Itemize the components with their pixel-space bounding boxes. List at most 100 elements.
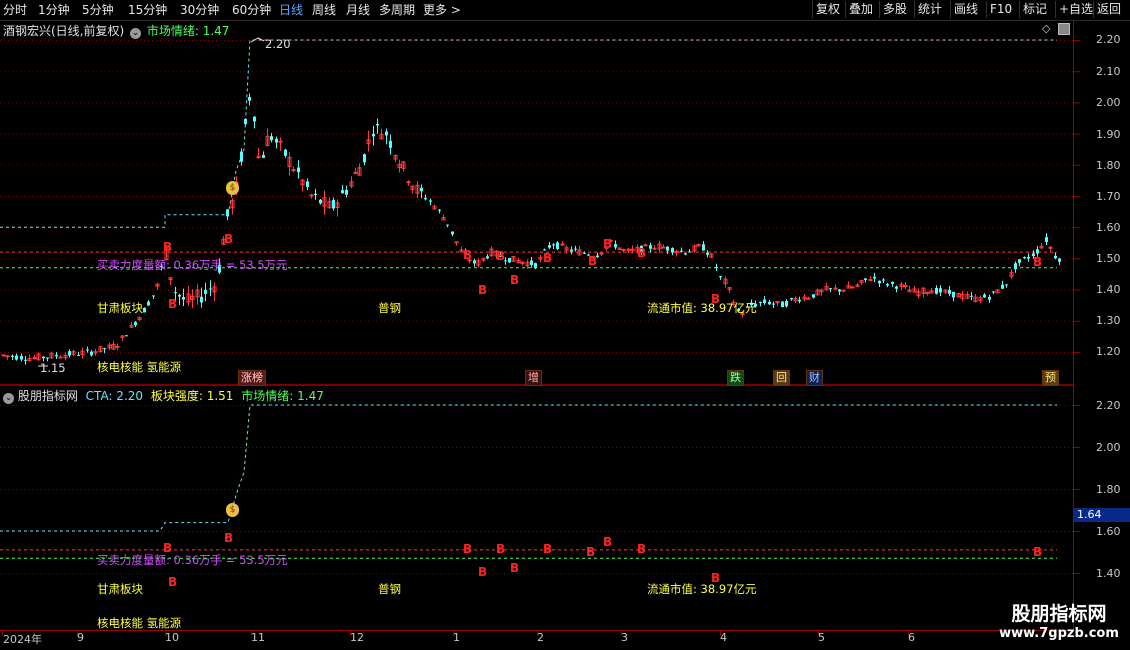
event-tag-finance[interactable]: 财 [806, 370, 823, 386]
candle-body [42, 356, 45, 359]
x-label: 9 [77, 631, 84, 644]
candle-body [614, 244, 617, 248]
candle-body [873, 276, 876, 279]
buy-signal-mark: B [510, 561, 519, 575]
candle-body [715, 267, 718, 269]
candle-body [1048, 246, 1053, 249]
candle-body [134, 322, 137, 326]
y-label: 1.20 [1096, 345, 1121, 358]
candle-body [508, 257, 511, 263]
x-label: 11 [251, 631, 265, 644]
buy-signal-mark: B [224, 232, 233, 246]
candle-body [1023, 256, 1026, 259]
candle-body [429, 200, 432, 202]
candle-body [1, 354, 6, 357]
candle-body [1036, 249, 1039, 254]
watermark-title: 股朋指标网 [1011, 603, 1107, 625]
candle-body [226, 209, 229, 217]
candle-body [438, 209, 441, 211]
candle-body [806, 297, 811, 300]
candle-body [706, 252, 709, 255]
candle-body [652, 247, 657, 250]
candle-body [574, 248, 577, 250]
event-tag-drop[interactable]: 跌 [727, 370, 744, 386]
candle-body [90, 351, 93, 356]
candle-body [684, 253, 687, 255]
candle-body [864, 278, 867, 280]
candle-body [32, 357, 37, 360]
y-label: 2.00 [1096, 441, 1121, 454]
event-tag-forecast[interactable]: 预 [1042, 370, 1059, 386]
industry-label: 普钢 [378, 301, 401, 315]
candle-body [798, 299, 801, 302]
buy-signal-mark: B [543, 251, 552, 265]
event-tag-buyback[interactable]: 回 [773, 370, 790, 386]
money-bag-icon: $ [226, 181, 239, 195]
candle-body [781, 301, 784, 308]
chevron-down-icon[interactable]: ⌄ [3, 393, 14, 404]
candle-body [534, 263, 537, 268]
candle-body [46, 357, 49, 359]
candle-body [376, 123, 379, 126]
candle-body [297, 167, 300, 173]
market-cap-label: 流通市值: 38.97亿元 [647, 301, 757, 315]
candle-body [454, 241, 459, 244]
buy-signal-mark: B [586, 545, 595, 559]
x-label: 6 [908, 631, 915, 644]
buy-signal-mark: B [163, 240, 172, 254]
candle-body [209, 288, 212, 290]
candle-body [406, 181, 411, 184]
money-bag-icon: $ [226, 503, 239, 517]
candle-body [759, 301, 762, 304]
candle-body [332, 199, 335, 209]
candle-body [935, 287, 938, 294]
event-tag-rank[interactable]: 涨榜 [238, 370, 266, 386]
candle-body [68, 351, 71, 356]
candle-body [702, 244, 705, 251]
candle-body [680, 250, 683, 252]
candle-body [790, 298, 793, 300]
site-watermark: 股朋指标网 www.7gpzb.com [990, 603, 1128, 649]
candle-body [248, 97, 251, 101]
candle-body [812, 294, 815, 298]
indicator-name: 股朋指标网 [17, 389, 78, 403]
event-tag-increase[interactable]: 增 [525, 370, 542, 386]
candle-body [768, 301, 771, 305]
low-price-label: 1.15 [40, 361, 66, 375]
candle-body [253, 116, 256, 122]
concept-label: 核电核能 氢能源 [97, 360, 182, 374]
candle-body [1005, 284, 1008, 286]
x-label: 3 [621, 631, 628, 644]
y-label: 1.70 [1096, 190, 1121, 203]
candle-body [178, 294, 181, 297]
candle-body [530, 260, 533, 265]
candle-body [649, 245, 652, 249]
x-label: 1 [453, 631, 460, 644]
y-label: 2.00 [1096, 96, 1121, 109]
candle-body [983, 294, 986, 298]
candle-body [621, 248, 626, 251]
candle-body [473, 260, 476, 264]
cta-value: CTA: 2.20 [85, 389, 144, 403]
candle-body [1014, 263, 1017, 270]
candle-body [309, 194, 314, 197]
candle-body [850, 286, 855, 289]
candle-body [262, 155, 265, 158]
y-label: 1.60 [1096, 525, 1121, 538]
y-label: 1.60 [1096, 221, 1121, 234]
candle-body [1045, 237, 1048, 243]
candle-body [552, 244, 555, 246]
buy-signal-mark: B [1033, 255, 1042, 269]
candle-body [306, 181, 309, 187]
candle-body [174, 292, 177, 294]
candle-body [970, 295, 973, 297]
candle-body [200, 296, 203, 303]
y-label: 1.40 [1096, 283, 1121, 296]
candle-body [345, 190, 348, 195]
candle-body [878, 280, 881, 284]
candle-body [314, 193, 317, 195]
candle-body [671, 248, 674, 253]
candle-body [661, 246, 666, 249]
candle-body [385, 131, 388, 136]
candle-body [24, 359, 27, 361]
